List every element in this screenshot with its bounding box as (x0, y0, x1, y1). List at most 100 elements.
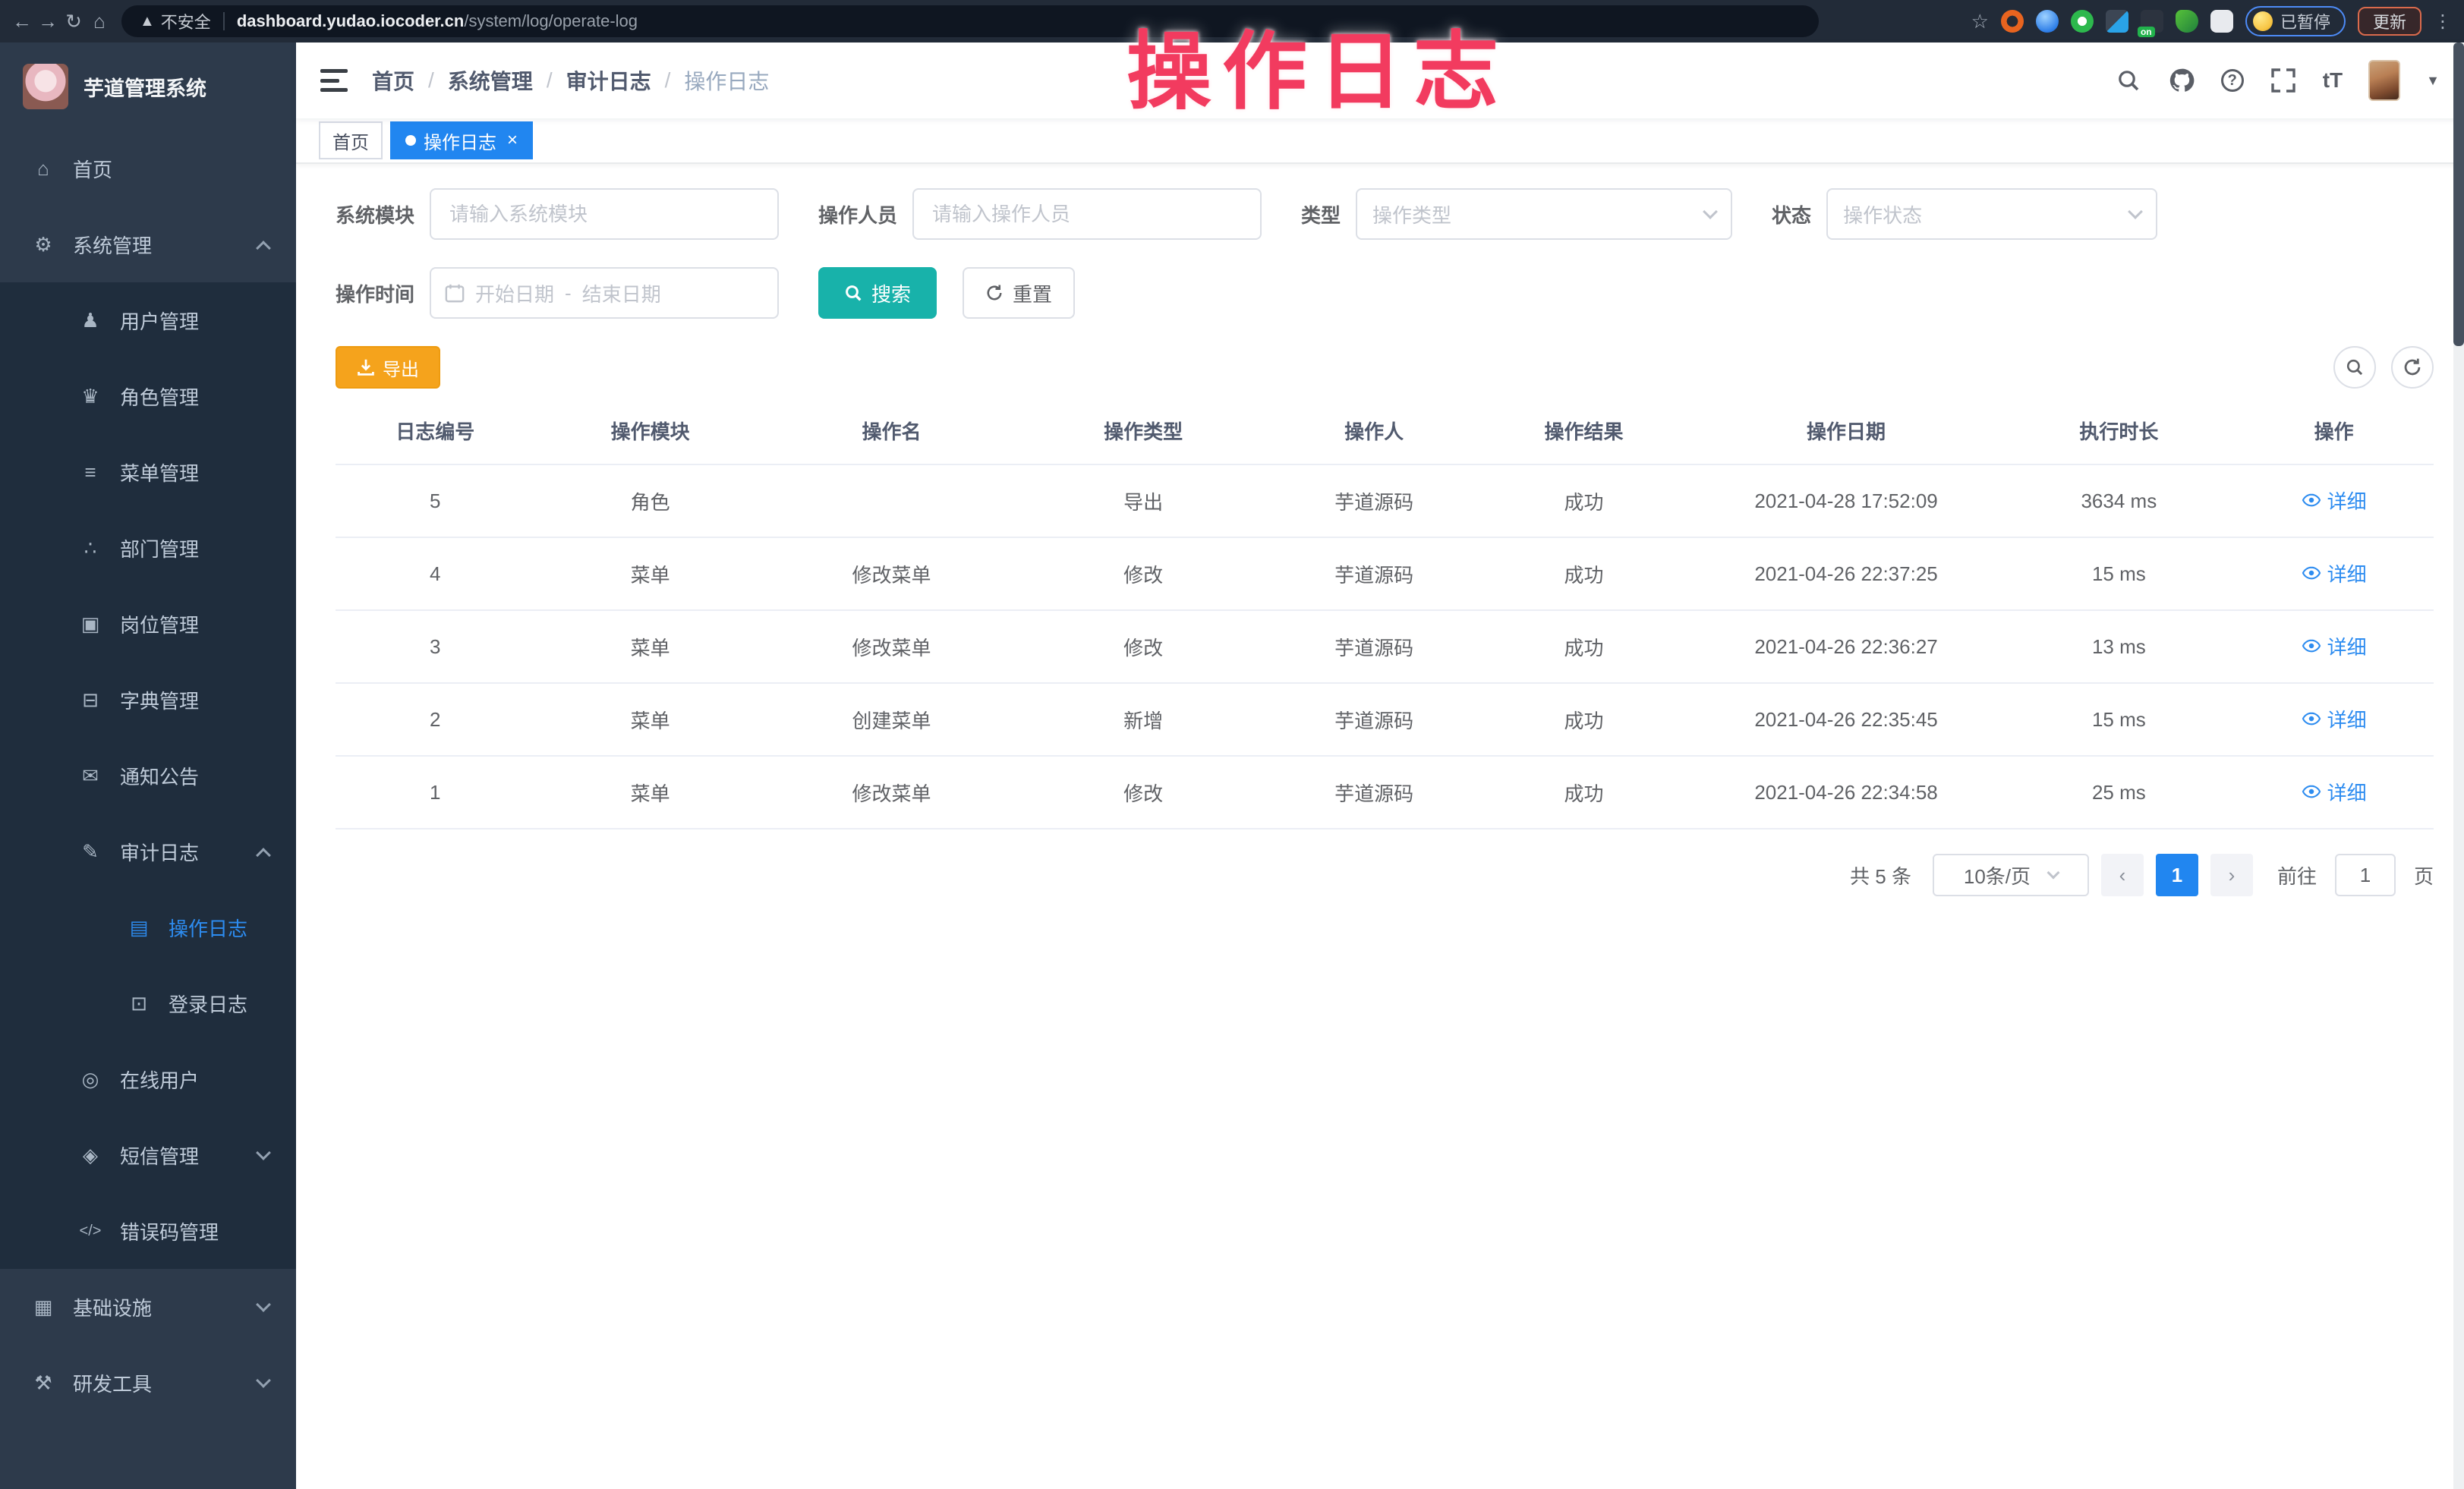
detail-link[interactable]: 详细 (2302, 705, 2367, 733)
next-page-button[interactable]: › (2210, 854, 2253, 896)
sidebar-item-infrastructure[interactable]: ▦ 基础设施 (0, 1269, 296, 1345)
date-range-picker[interactable]: 开始日期 - 结束日期 (430, 267, 779, 319)
pagination-total: 共 5 条 (1850, 861, 1911, 889)
extension-icon-dark-list[interactable]: on (2141, 10, 2163, 33)
tag-home[interactable]: 首页 (319, 121, 383, 159)
app-title: 芋道管理系统 (83, 72, 206, 102)
sidebar-item-notice[interactable]: ✉ 通知公告 (0, 738, 296, 814)
operator-input[interactable] (912, 188, 1262, 240)
sidebar-item-dict-management[interactable]: ⊟ 字典管理 (0, 662, 296, 738)
detail-link[interactable]: 详细 (2302, 632, 2367, 660)
browser-bar: ← → ↻ ⌂ ▲ 不安全 dashboard.yudao.iocoder.cn… (0, 0, 2464, 42)
browser-home-icon[interactable]: ⌂ (87, 10, 112, 33)
sidebar-item-post-management[interactable]: ▣ 岗位管理 (0, 586, 296, 662)
sidebar-item-role-management[interactable]: ♛ 角色管理 (0, 358, 296, 434)
detail-link[interactable]: 详细 (2302, 559, 2367, 587)
breadcrumb-home[interactable]: 首页 (372, 65, 414, 96)
megaphone-icon: ✉ (79, 764, 102, 788)
col-log-id: 日志编号 (336, 398, 535, 464)
search-icon[interactable] (2115, 67, 2142, 94)
breadcrumb-audit[interactable]: 审计日志 (566, 65, 651, 96)
address-bar[interactable]: ▲ 不安全 dashboard.yudao.iocoder.cn /system… (121, 5, 1819, 37)
extension-icon-green-v[interactable] (2071, 10, 2094, 33)
extension-icon-green-leaf[interactable] (2176, 10, 2198, 33)
sidebar-item-dev-tools[interactable]: ⚒ 研发工具 (0, 1345, 296, 1421)
module-input[interactable] (430, 188, 779, 240)
sidebar-item-system[interactable]: ⚙ 系统管理 (0, 206, 296, 282)
login-log-icon: ⊡ (128, 992, 150, 1015)
reset-button[interactable]: 重置 (963, 267, 1075, 319)
github-icon[interactable] (2168, 67, 2195, 94)
type-label: 类型 (1301, 200, 1341, 228)
users-icon: ♛ (79, 385, 102, 408)
calendar-icon (445, 283, 465, 303)
sidebar-item-menu-management[interactable]: ≡ 菜单管理 (0, 434, 296, 510)
page-unit-label: 页 (2414, 861, 2434, 889)
sidebar-item-user-management[interactable]: ♟ 用户管理 (0, 282, 296, 358)
extension-icon-orange-ring[interactable] (2001, 10, 2024, 33)
hamburger-icon[interactable] (320, 69, 348, 92)
emoji-avatar-icon (2253, 11, 2273, 31)
caret-down-icon[interactable]: ▼ (2426, 73, 2440, 89)
eye-icon (2302, 782, 2321, 801)
sidebar-item-dept-management[interactable]: ∴ 部门管理 (0, 510, 296, 586)
extension-icon-blue-blocks[interactable] (2106, 10, 2128, 33)
badge-icon: ▣ (79, 612, 102, 636)
menu-list-icon: ≡ (79, 461, 102, 484)
breadcrumb-current: 操作日志 (684, 65, 769, 96)
sidebar: 芋道管理系统 ⌂ 首页 ⚙ 系统管理 ♟ 用户管理 ♛ 角色管理 (0, 42, 296, 1489)
browser-forward-icon[interactable]: → (35, 10, 61, 33)
font-size-icon[interactable]: tT (2323, 68, 2343, 93)
eye-icon (2302, 563, 2321, 583)
export-button[interactable]: 导出 (336, 346, 440, 389)
profile-paused-badge[interactable]: 已暂停 (2245, 6, 2346, 36)
chevron-up-icon (256, 848, 271, 863)
close-icon[interactable]: × (507, 130, 518, 151)
sidebar-item-sms[interactable]: ◈ 短信管理 (0, 1117, 296, 1193)
breadcrumb-system[interactable]: 系统管理 (448, 65, 533, 96)
search-button[interactable]: 搜索 (818, 267, 937, 319)
chevron-down-icon (256, 1297, 271, 1312)
goto-page-input[interactable] (2335, 854, 2396, 896)
sidebar-item-login-log[interactable]: ⊡ 登录日志 (0, 965, 296, 1041)
bookmark-star-icon[interactable]: ☆ (1971, 10, 1989, 33)
toggle-search-button[interactable] (2333, 346, 2376, 389)
page-size-select[interactable]: 10条/页 (1933, 854, 2089, 896)
col-date: 操作日期 (1689, 398, 2004, 464)
col-operation-name: 操作名 (766, 398, 1018, 464)
user-icon: ♟ (79, 309, 102, 332)
tags-bar: 首页 操作日志 × (296, 118, 2464, 164)
extension-icon-blue-pin[interactable] (2036, 10, 2059, 33)
active-dot-icon (405, 135, 416, 146)
browser-reload-icon[interactable]: ↻ (61, 10, 87, 33)
extension-icon-puzzle[interactable] (2210, 10, 2233, 33)
update-button[interactable]: 更新 (2358, 7, 2421, 36)
sidebar-item-home[interactable]: ⌂ 首页 (0, 131, 296, 206)
browser-menu-icon[interactable]: ⋮ (2434, 11, 2452, 33)
tag-operate-log[interactable]: 操作日志 × (390, 121, 533, 159)
detail-link[interactable]: 详细 (2302, 486, 2367, 515)
operate-log-table: 日志编号 操作模块 操作名 操作类型 操作人 操作结果 操作日期 执行时长 操作 (336, 398, 2434, 829)
user-avatar[interactable] (2368, 60, 2400, 101)
gear-icon: ⚙ (32, 233, 55, 257)
table-row: 2 菜单 创建菜单 新增 芋道源码 成功 2021-04-26 22:35:45… (336, 683, 2434, 756)
url-path: /system/log/operate-log (464, 11, 638, 31)
dashboard-icon: ⌂ (32, 157, 55, 181)
sidebar-item-online-users[interactable]: ◎ 在线用户 (0, 1041, 296, 1117)
time-label: 操作时间 (336, 279, 414, 307)
fullscreen-icon[interactable] (2270, 67, 2297, 94)
detail-link[interactable]: 详细 (2302, 778, 2367, 806)
type-select[interactable]: 操作类型 (1356, 188, 1732, 240)
sidebar-item-operate-log[interactable]: ▤ 操作日志 (0, 889, 296, 965)
help-icon[interactable]: ? (2221, 69, 2244, 92)
security-label: 不安全 (161, 9, 211, 33)
refresh-button[interactable] (2391, 346, 2434, 389)
page-1-button[interactable]: 1 (2156, 854, 2198, 896)
scrollbar-thumb[interactable] (2453, 42, 2464, 346)
sidebar-item-audit-log[interactable]: ✎ 审计日志 (0, 814, 296, 889)
prev-page-button[interactable]: ‹ (2101, 854, 2144, 896)
logo-row: 芋道管理系统 (0, 42, 296, 131)
status-select[interactable]: 操作状态 (1826, 188, 2157, 240)
sidebar-item-error-code[interactable]: </> 错误码管理 (0, 1193, 296, 1269)
browser-back-icon[interactable]: ← (9, 10, 35, 33)
